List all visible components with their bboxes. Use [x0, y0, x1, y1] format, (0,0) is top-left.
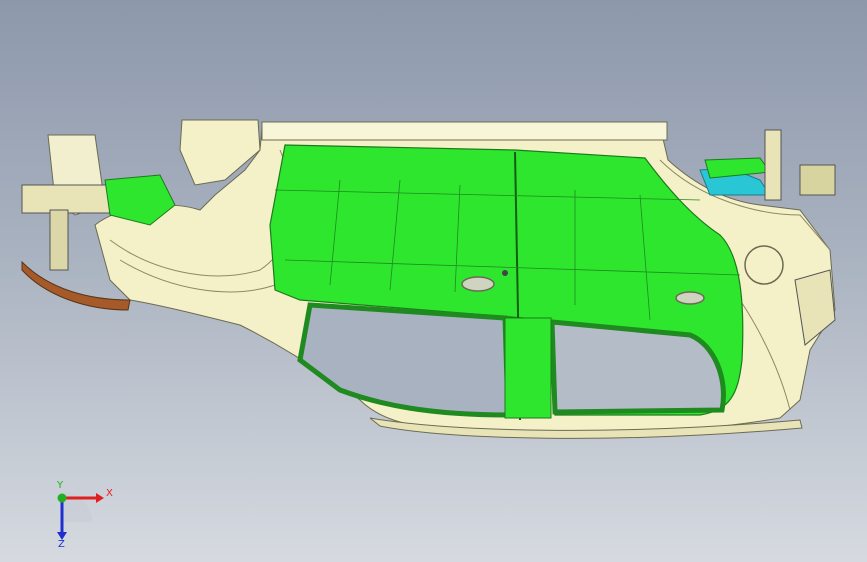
front-door-handle[interactable] — [461, 276, 495, 292]
z-axis-label: Z — [58, 539, 65, 548]
front-mount-block[interactable] — [21, 184, 118, 214]
front-door-window-opening[interactable] — [297, 302, 511, 418]
cad-3d-viewport[interactable]: X Y Z — [0, 0, 867, 562]
roof-rail[interactable] — [261, 121, 668, 141]
front-vertical-strut[interactable] — [49, 209, 69, 271]
fuel-door[interactable] — [744, 245, 784, 285]
y-axis-label: Y — [56, 480, 64, 491]
y-axis-dot — [57, 493, 67, 503]
fastener — [502, 270, 508, 276]
x-axis-arrowhead — [96, 493, 104, 503]
rear-mount-block[interactable] — [799, 164, 836, 196]
axis-triad: X Y Z — [48, 478, 118, 550]
b-pillar[interactable] — [504, 317, 552, 419]
rear-green-component[interactable] — [704, 157, 771, 179]
car-body-side-model[interactable] — [0, 0, 867, 562]
rear-door-handle[interactable] — [675, 291, 705, 305]
rear-pillar-bracket[interactable] — [764, 129, 782, 201]
x-axis-label: X — [106, 488, 113, 499]
